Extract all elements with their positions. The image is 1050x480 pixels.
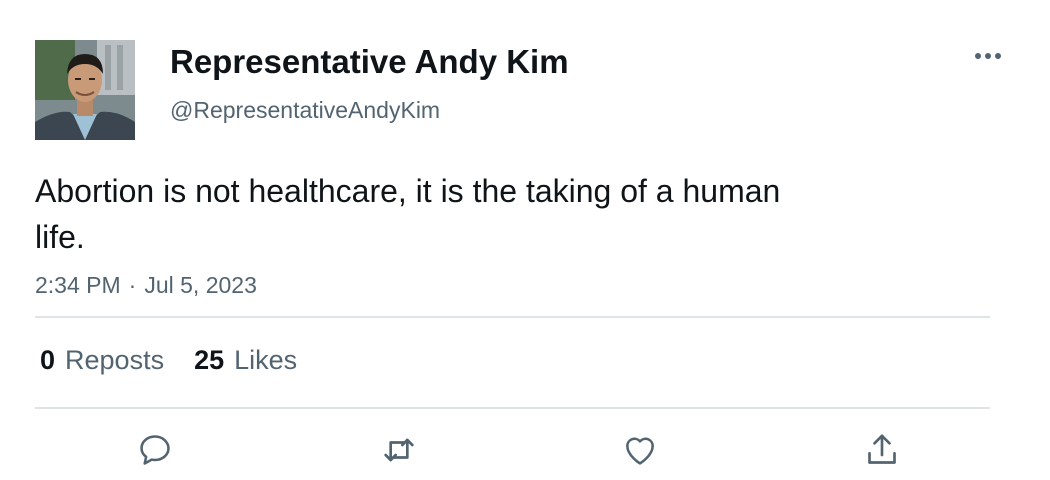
likes-count: 25 [194, 344, 225, 375]
action-bar [0, 425, 1050, 475]
reposts-count: 0 [40, 344, 56, 375]
avatar-photo [35, 40, 135, 140]
repost-button[interactable] [374, 425, 424, 475]
share-button[interactable] [857, 425, 907, 475]
user-handle[interactable]: @RepresentativeAndyKim [170, 95, 440, 125]
engagement-stats: 0 Reposts 25 Likes [40, 340, 327, 380]
avatar[interactable] [35, 40, 135, 140]
likes-label: Likes [234, 344, 298, 375]
tweet-card: Representative Andy Kim @RepresentativeA… [0, 0, 1050, 480]
tweet-text: Abortion is not healthcare, it is the ta… [35, 173, 781, 255]
repost-icon [384, 438, 414, 462]
likes-stat[interactable]: 25 Likes [194, 345, 297, 376]
reply-icon [140, 435, 170, 465]
share-icon [868, 434, 896, 464]
reposts-stat[interactable]: 0 Reposts [40, 345, 164, 376]
heart-icon [626, 437, 654, 465]
tweet-time: 2:34 PM [35, 272, 121, 298]
tweet-date: Jul 5, 2023 [144, 272, 257, 298]
timestamp-separator: · [128, 272, 137, 298]
display-name[interactable]: Representative Andy Kim [170, 40, 569, 84]
divider [35, 407, 990, 409]
more-options-button[interactable] [966, 40, 1010, 72]
timestamp[interactable]: 2:34 PM · Jul 5, 2023 [35, 270, 257, 300]
like-button[interactable] [615, 425, 665, 475]
reply-button[interactable] [130, 425, 180, 475]
reposts-label: Reposts [65, 344, 165, 375]
more-horizontal-icon [975, 53, 1001, 59]
divider [35, 316, 990, 318]
